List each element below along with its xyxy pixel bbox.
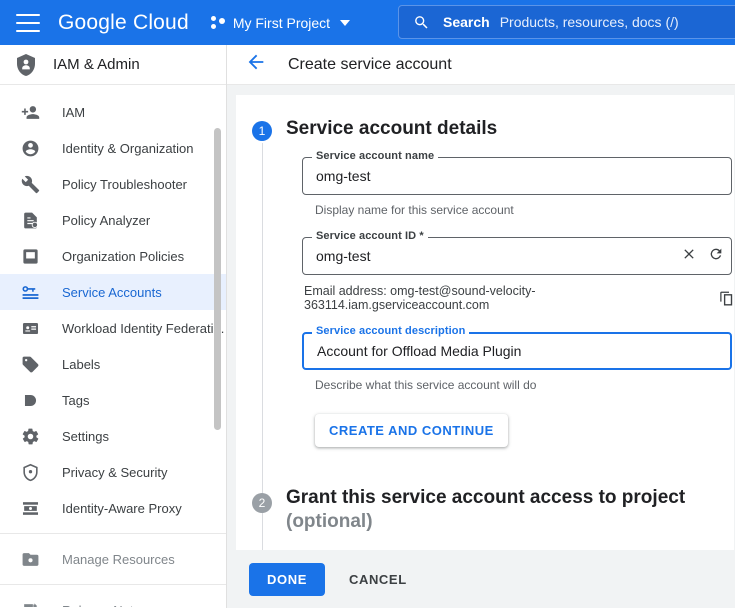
wrench-icon: [20, 174, 40, 194]
sidebar: IAM & Admin IAM Identity & Organization …: [0, 45, 227, 608]
sidebar-item-label: IAM: [62, 104, 86, 120]
sidebar-item-label: Policy Troubleshooter: [62, 176, 188, 192]
sidebar-item-label: Tags: [62, 392, 90, 408]
sidebar-item-manage-resources[interactable]: Manage Resources: [0, 541, 226, 577]
label-tag-icon: [20, 354, 40, 374]
sidebar-scrollbar[interactable]: [214, 128, 221, 430]
sidebar-item-label: Organization Policies: [62, 248, 185, 264]
folder-settings-icon: [20, 549, 40, 569]
service-account-name-hint: Display name for this service account: [315, 203, 514, 217]
create-and-continue-button[interactable]: CREATE AND CONTINUE: [315, 414, 508, 447]
sidebar-title: IAM & Admin: [53, 56, 140, 73]
done-button[interactable]: DONE: [249, 562, 325, 596]
service-account-description-input[interactable]: [302, 332, 732, 370]
identity-card-icon: [20, 318, 40, 338]
sidebar-item-label: Privacy & Security: [62, 464, 168, 480]
service-account-form: Service account name Display name for th…: [286, 141, 734, 447]
shield-person-icon: [17, 53, 35, 76]
close-icon[interactable]: [681, 246, 697, 262]
sidebar-item-settings[interactable]: Settings: [0, 418, 226, 454]
cancel-button[interactable]: CANCEL: [337, 563, 419, 596]
refresh-icon[interactable]: [708, 246, 724, 262]
page-header: Create service account: [227, 45, 735, 85]
create-service-account-card: 1 Service account details Service accoun…: [236, 95, 734, 608]
step-2-heading: Grant this service account access to pro…: [286, 487, 686, 508]
action-bar: DONE CANCEL: [227, 550, 735, 608]
sidebar-item-label: Service Accounts: [62, 284, 162, 300]
sidebar-item-release-notes[interactable]: Release Notes: [0, 592, 226, 607]
sidebar-divider: [0, 533, 226, 534]
organization-policy-icon: [20, 246, 40, 266]
sidebar-item-label: Identity & Organization: [62, 140, 194, 156]
project-dots-icon: [210, 15, 226, 30]
sidebar-item-label: Manage Resources: [62, 551, 175, 567]
sidebar-item-labels[interactable]: Labels: [0, 346, 226, 382]
sidebar-item-policy-analyzer[interactable]: Policy Analyzer: [0, 202, 226, 238]
search-label: Search: [443, 14, 490, 30]
main-content: Create service account 1 Service account…: [227, 45, 735, 608]
sidebar-item-identity-organization[interactable]: Identity & Organization: [0, 130, 226, 166]
sidebar-item-iam[interactable]: IAM: [0, 94, 226, 130]
key-account-icon: [20, 282, 40, 302]
release-notes-icon: [20, 600, 40, 607]
service-account-description-hint: Describe what this service account will …: [315, 378, 537, 392]
step-2-badge: 2: [252, 493, 272, 513]
page-canvas: 1 Service account details Service accoun…: [227, 85, 735, 608]
search-placeholder: Products, resources, docs (/): [499, 14, 679, 30]
sidebar-item-organization-policies[interactable]: Organization Policies: [0, 238, 226, 274]
service-account-name-input[interactable]: [302, 157, 732, 195]
sidebar-nav: IAM Identity & Organization Policy Troub…: [0, 85, 226, 607]
chevron-down-icon: [340, 19, 351, 26]
account-circle-icon: [20, 138, 40, 158]
service-account-description-label: Service account description: [312, 325, 470, 337]
top-app-bar: Google Cloud My First Project Search Pro…: [0, 0, 735, 45]
email-address-text: Email address: omg-test@sound-velocity-3…: [304, 284, 536, 312]
project-selector[interactable]: My First Project: [210, 14, 351, 31]
sidebar-item-label: Labels: [62, 356, 101, 372]
step-1-badge: 1: [252, 121, 272, 141]
service-account-description-group: Service account description: [302, 325, 734, 370]
project-name-label: My First Project: [232, 14, 331, 31]
person-add-icon: [20, 102, 40, 122]
copy-icon[interactable]: [719, 291, 734, 306]
step-1-heading: Service account details: [286, 118, 498, 139]
sidebar-item-label: Settings: [62, 428, 109, 444]
sidebar-item-label: Release Notes: [62, 603, 147, 608]
sidebar-item-workload-identity-federation[interactable]: Workload Identity Federati...: [0, 310, 226, 346]
tag-icon: [20, 390, 40, 410]
step-2[interactable]: 2 Grant this service account access to p…: [236, 480, 734, 558]
document-search-icon: [20, 210, 40, 230]
gear-icon: [20, 426, 40, 446]
sidebar-divider: [0, 584, 226, 585]
step-connector: [262, 143, 263, 518]
email-address-row: Email address: omg-test@sound-velocity-3…: [304, 284, 734, 312]
proxy-icon: [20, 498, 40, 518]
page-title: Create service account: [288, 55, 452, 73]
sidebar-item-service-accounts[interactable]: Service Accounts: [0, 274, 226, 310]
sidebar-item-privacy-security[interactable]: Privacy & Security: [0, 454, 226, 490]
service-account-id-input[interactable]: [302, 237, 732, 275]
sidebar-item-policy-troubleshooter[interactable]: Policy Troubleshooter: [0, 166, 226, 202]
service-account-id-label: Service account ID *: [312, 230, 428, 242]
step-2-optional: (optional): [286, 511, 373, 532]
sidebar-item-label: Workload Identity Federati...: [62, 320, 225, 336]
service-account-name-label: Service account name: [312, 150, 439, 162]
sidebar-item-identity-aware-proxy[interactable]: Identity-Aware Proxy: [0, 490, 226, 526]
step-1: 1 Service account details Service accoun…: [236, 117, 734, 518]
search-input[interactable]: Search Products, resources, docs (/): [398, 5, 735, 39]
shield-icon: [20, 462, 40, 482]
sidebar-item-label: Policy Analyzer: [62, 212, 151, 228]
service-account-id-group: Service account ID *: [302, 230, 734, 275]
sidebar-item-label: Identity-Aware Proxy: [62, 500, 182, 516]
search-icon: [415, 15, 428, 29]
service-account-name-group: Service account name: [302, 150, 734, 195]
back-arrow-icon[interactable]: [245, 51, 267, 78]
hamburger-menu-icon[interactable]: [16, 13, 40, 32]
sidebar-header: IAM & Admin: [0, 45, 226, 85]
sidebar-item-tags[interactable]: Tags: [0, 382, 226, 418]
google-cloud-logo[interactable]: Google Cloud: [58, 11, 189, 35]
